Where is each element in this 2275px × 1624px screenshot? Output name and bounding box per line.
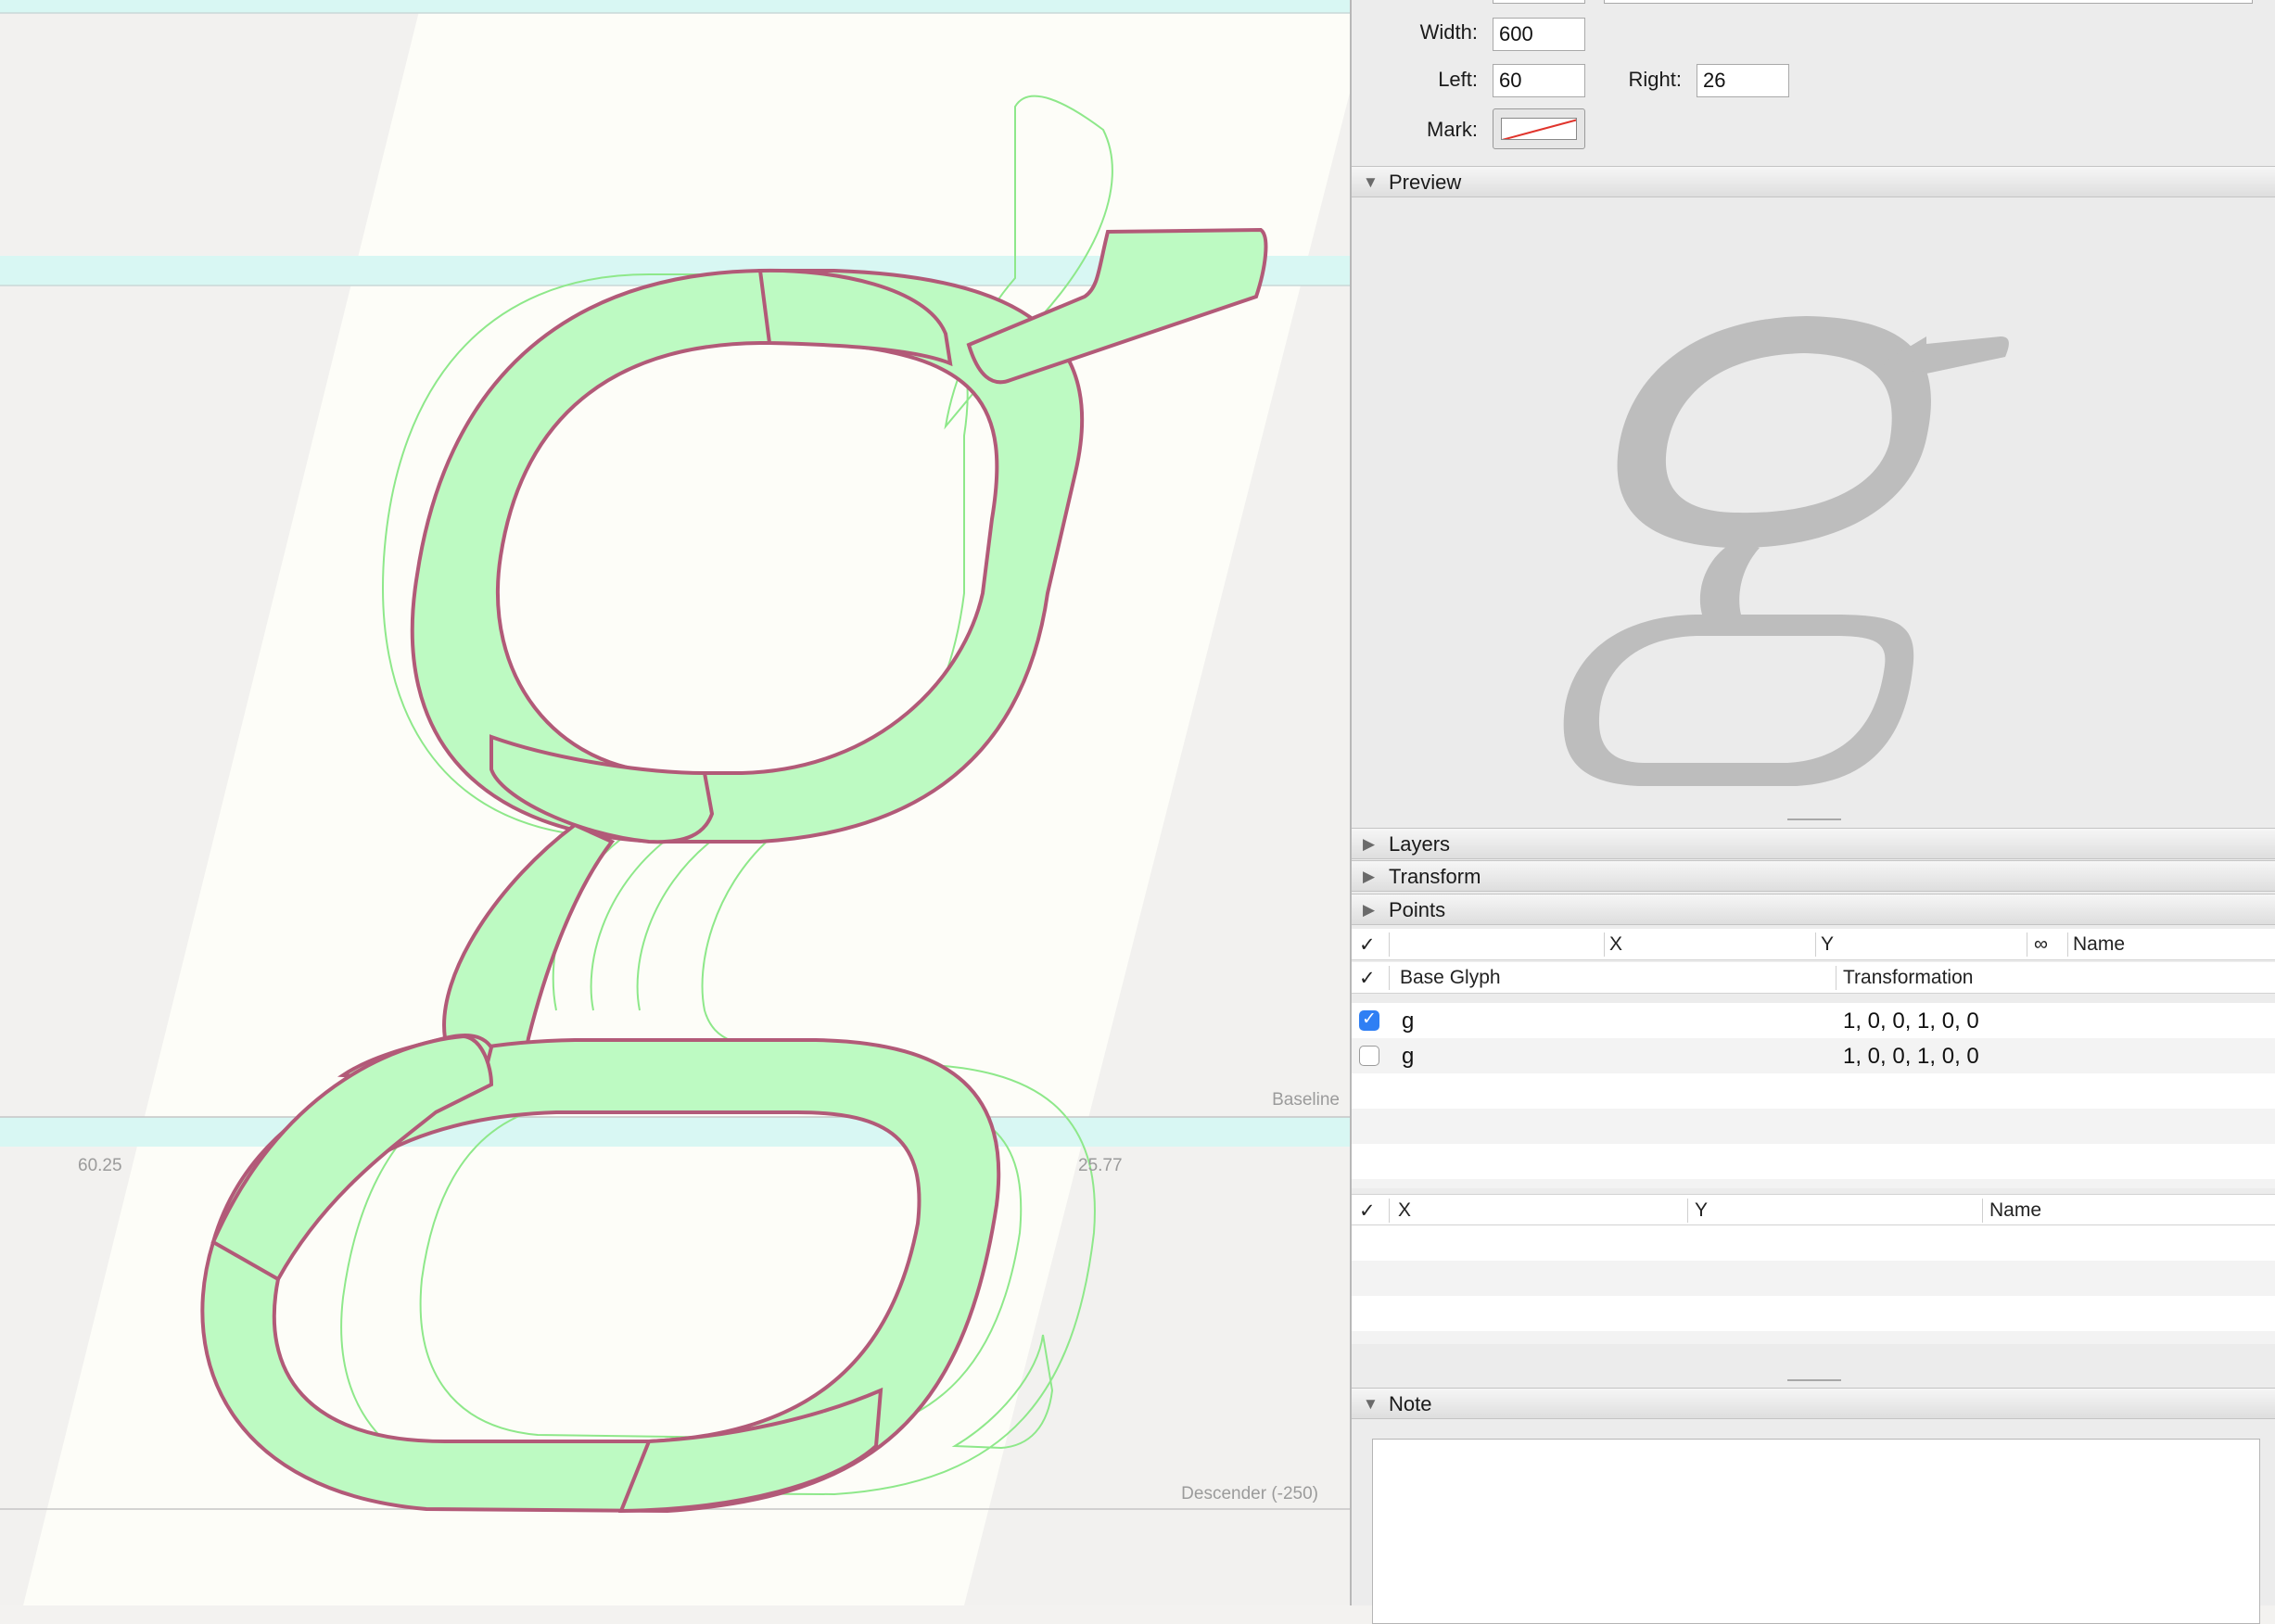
components-check-column[interactable]: ✓ <box>1359 967 1376 990</box>
component-row[interactable]: g 1, 0, 0, 1, 0, 0 <box>1352 1038 2275 1073</box>
disclosure-closed-icon: ▶ <box>1363 901 1376 919</box>
components-table-header: ✓ Base Glyph Transformation <box>1352 962 2275 994</box>
left-margin-label: Left: <box>1438 68 1478 91</box>
transform-section-header[interactable]: ▶ Transform <box>1352 860 2275 892</box>
glyph-name-field[interactable] <box>1604 0 2253 4</box>
note-section-header[interactable]: ▼ Note <box>1352 1388 2275 1419</box>
points-section-title: Points <box>1389 898 1446 921</box>
component-base-glyph: g <box>1402 1044 1415 1069</box>
anchors-check-column[interactable]: ✓ <box>1359 1199 1376 1223</box>
left-margin-input[interactable] <box>1493 64 1585 97</box>
glyph-canvas[interactable]: Baseline Descender (-250) 60.25 25.77 <box>0 0 1350 1605</box>
width-input[interactable] <box>1493 18 1585 51</box>
mark-color-well[interactable] <box>1493 108 1585 149</box>
anchors-x-column[interactable]: X <box>1398 1199 1411 1222</box>
unicode-field[interactable] <box>1493 0 1585 4</box>
glyph-preview <box>1352 197 2275 820</box>
points-table-header: ✓ X Y ∞ Name <box>1352 929 2275 960</box>
mark-color-none-icon <box>1501 118 1577 140</box>
right-margin-input[interactable] <box>1697 64 1789 97</box>
component-transformation: 1, 0, 0, 1, 0, 0 <box>1843 1009 1979 1034</box>
points-y-column[interactable]: Y <box>1821 933 1834 956</box>
points-x-column[interactable]: X <box>1609 933 1622 956</box>
transformation-column[interactable]: Transformation <box>1843 967 1973 989</box>
mark-label: Mark: <box>1427 118 1478 141</box>
component-enabled-checkbox[interactable] <box>1359 1046 1379 1066</box>
disclosure-closed-icon: ▶ <box>1363 835 1376 853</box>
layers-section-title: Layers <box>1389 832 1451 856</box>
descender-label: Descender (-250) <box>1181 1484 1318 1503</box>
preview-glyph <box>1563 316 2009 786</box>
anchors-name-column[interactable]: Name <box>1989 1199 2041 1222</box>
transform-section-title: Transform <box>1389 865 1481 888</box>
disclosure-open-icon: ▼ <box>1363 1395 1379 1413</box>
component-enabled-checkbox[interactable] <box>1359 1009 1379 1031</box>
component-row[interactable]: g 1, 0, 0, 1, 0, 0 <box>1352 1003 2275 1038</box>
right-margin-label: Right: <box>1628 68 1682 91</box>
baseline-zone <box>0 1117 1350 1147</box>
note-textarea[interactable] <box>1372 1439 2260 1624</box>
left-sidebearing-value: 60.25 <box>78 1156 122 1175</box>
points-check-column[interactable]: ✓ <box>1359 933 1376 957</box>
points-name-column[interactable]: Name <box>2073 933 2125 956</box>
preview-section-title: Preview <box>1389 171 1462 194</box>
glyph-drawing[interactable] <box>0 0 1350 1605</box>
layers-section-header[interactable]: ▶ Layers <box>1352 828 2275 859</box>
component-transformation: 1, 0, 0, 1, 0, 0 <box>1843 1044 1979 1069</box>
preview-section-header[interactable]: ▼ Preview <box>1352 166 2275 197</box>
points-smooth-column[interactable]: ∞ <box>2034 933 2048 956</box>
component-base-glyph: g <box>1402 1009 1415 1034</box>
points-section-header[interactable]: ▶ Points <box>1352 894 2275 925</box>
base-glyph-column[interactable]: Base Glyph <box>1400 967 1501 989</box>
anchors-table-header: ✓ X Y Name <box>1352 1194 2275 1225</box>
points-resize-handle[interactable] <box>1787 1379 1841 1381</box>
anchors-y-column[interactable]: Y <box>1695 1199 1708 1222</box>
baseline-label: Baseline <box>1272 1090 1340 1110</box>
note-section-title: Note <box>1389 1392 1432 1415</box>
ascender-zone <box>0 0 1350 13</box>
width-label: Width: <box>1419 20 1478 44</box>
disclosure-open-icon: ▼ <box>1363 173 1379 191</box>
right-sidebearing-value: 25.77 <box>1078 1156 1123 1175</box>
preview-resize-handle[interactable] <box>1787 818 1841 820</box>
inspector-panel: Width: Left: Right: Mark: ▼ Preview ▶ La… <box>1350 0 2275 1624</box>
disclosure-closed-icon: ▶ <box>1363 868 1376 885</box>
